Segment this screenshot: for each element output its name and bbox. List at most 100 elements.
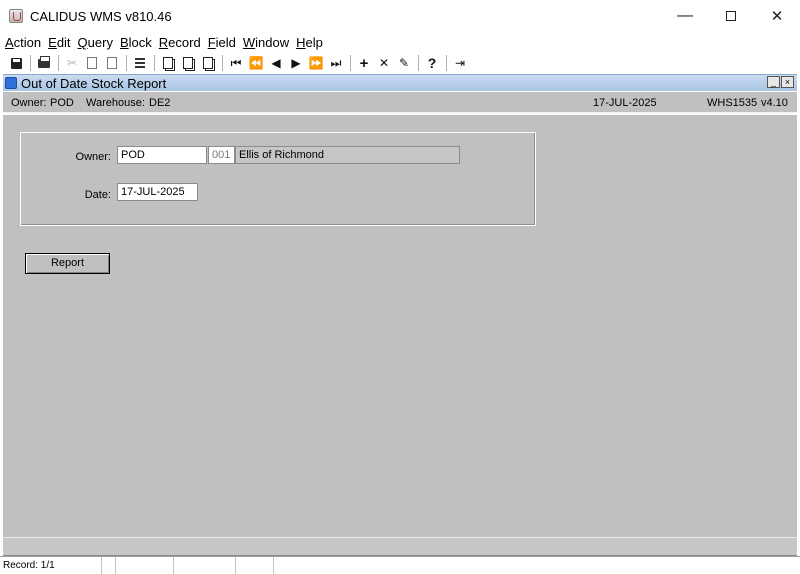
- status-cell-empty: [174, 557, 236, 574]
- window-controls: — ✕: [662, 0, 800, 32]
- list-values-button[interactable]: [131, 54, 149, 72]
- owner-info-value: POD: [50, 97, 74, 109]
- plus-icon: +: [359, 54, 369, 72]
- previous-record-icon: ◀: [271, 56, 281, 70]
- status-cell-empty: [236, 557, 274, 574]
- menu-query[interactable]: Query: [78, 35, 113, 50]
- owner-label: Owner:: [75, 151, 111, 163]
- form-window-icon: [5, 77, 17, 89]
- toolbar-separator: [154, 55, 155, 71]
- minimize-button[interactable]: —: [662, 0, 708, 32]
- execute-query-icon: [183, 57, 193, 69]
- owner-info-label: Owner:: [11, 97, 47, 109]
- help-button[interactable]: ?: [423, 54, 441, 72]
- next-block-button[interactable]: ⏩: [307, 54, 325, 72]
- previous-block-icon: ⏪: [248, 56, 264, 70]
- toolbar-separator: [58, 55, 59, 71]
- edit-icon: ✎: [398, 56, 410, 70]
- toolbar-separator: [350, 55, 351, 71]
- minimize-icon: —: [677, 7, 693, 24]
- next-block-icon: ⏩: [308, 56, 324, 70]
- last-record-button[interactable]: ⏭: [327, 54, 345, 72]
- exit-button[interactable]: ⇥: [451, 54, 469, 72]
- menu-help[interactable]: Help: [296, 35, 323, 50]
- form-close-button[interactable]: ×: [781, 76, 794, 88]
- status-cell-empty: [274, 557, 800, 574]
- parameters-frame: Owner: POD 001 Ellis of Richmond Date: 1…: [20, 132, 536, 226]
- query-icon: [163, 57, 173, 69]
- execute-query-button[interactable]: [179, 54, 197, 72]
- save-button[interactable]: [7, 54, 25, 72]
- window-title: CALIDUS WMS v810.46: [30, 8, 172, 24]
- toolbar-separator: [30, 55, 31, 71]
- form-window-controls: _ ×: [766, 76, 794, 88]
- close-icon: ✕: [770, 8, 784, 25]
- toolbar: ✂ ⏮ ⏪ ◀ ▶ ⏩ ⏭ + ✕ ✎ ? ⇥: [0, 53, 800, 73]
- maximize-button[interactable]: [708, 0, 754, 32]
- menu-record[interactable]: Record: [159, 35, 201, 50]
- previous-record-button[interactable]: ◀: [267, 54, 285, 72]
- maximize-icon: [726, 11, 736, 21]
- cancel-query-icon: [203, 57, 213, 69]
- form-minimize-button[interactable]: _: [767, 76, 780, 88]
- edit-field-button[interactable]: ✎: [395, 54, 413, 72]
- context-info-bar: Owner: POD Warehouse: DE2 17-JUL-2025 WH…: [3, 92, 797, 113]
- copy-icon: [87, 57, 97, 69]
- form-canvas: Owner: POD 001 Ellis of Richmond Date: 1…: [3, 114, 797, 537]
- scissors-icon: ✂: [66, 56, 78, 70]
- status-cell-empty: [102, 557, 116, 574]
- delete-icon: ✕: [378, 56, 390, 70]
- toolbar-separator: [126, 55, 127, 71]
- toolbar-separator: [222, 55, 223, 71]
- report-button[interactable]: Report: [25, 253, 110, 274]
- date-label: Date:: [84, 189, 111, 201]
- delete-record-button[interactable]: ✕: [375, 54, 393, 72]
- status-bar: Record: 1/1: [0, 556, 800, 574]
- paste-button[interactable]: [103, 54, 121, 72]
- list-icon: [135, 58, 145, 68]
- cancel-query-button[interactable]: [199, 54, 217, 72]
- owner-input[interactable]: POD: [117, 146, 207, 164]
- next-record-button[interactable]: ▶: [287, 54, 305, 72]
- menu-block[interactable]: Block: [120, 35, 152, 50]
- menu-field[interactable]: Field: [208, 35, 236, 50]
- message-panel: [3, 537, 797, 556]
- record-status: Record: 1/1: [0, 557, 102, 574]
- last-record-icon: ⏭: [330, 55, 342, 70]
- enter-query-button[interactable]: [159, 54, 177, 72]
- warehouse-info-label: Warehouse:: [86, 97, 145, 109]
- insert-record-button[interactable]: +: [355, 54, 373, 72]
- toolbar-separator: [418, 55, 419, 71]
- date-input[interactable]: 17-JUL-2025: [117, 183, 198, 201]
- cut-button[interactable]: ✂: [63, 54, 81, 72]
- menu-action[interactable]: Action: [5, 35, 41, 50]
- owner-name-field: Ellis of Richmond: [235, 146, 460, 164]
- first-record-button[interactable]: ⏮: [227, 54, 245, 72]
- form-version: v4.10: [761, 97, 788, 109]
- java-app-icon: [9, 9, 23, 23]
- menu-bar: Action Edit Query Block Record Field Win…: [0, 32, 800, 53]
- form-window-titlebar: Out of Date Stock Report _ ×: [3, 74, 797, 91]
- paste-icon: [107, 57, 117, 69]
- form-window-title: Out of Date Stock Report: [21, 75, 167, 91]
- toolbar-separator: [446, 55, 447, 71]
- menu-edit[interactable]: Edit: [48, 35, 70, 50]
- warehouse-info-value: DE2: [149, 97, 171, 109]
- previous-block-button[interactable]: ⏪: [247, 54, 265, 72]
- current-date: 17-JUL-2025: [593, 97, 657, 109]
- next-record-icon: ▶: [291, 56, 301, 70]
- minimize-icon: _: [770, 77, 776, 87]
- exit-icon: ⇥: [454, 56, 466, 70]
- close-button[interactable]: ✕: [754, 0, 800, 32]
- form-code: WHS1535: [707, 97, 758, 109]
- print-button[interactable]: [35, 54, 53, 72]
- window-titlebar: CALIDUS WMS v810.46 — ✕: [0, 0, 800, 32]
- menu-window[interactable]: Window: [243, 35, 289, 50]
- first-record-icon: ⏮: [230, 55, 242, 70]
- owner-code-field: 001: [208, 146, 235, 164]
- copy-button[interactable]: [83, 54, 101, 72]
- close-icon: ×: [784, 77, 791, 87]
- printer-icon: [38, 55, 50, 68]
- save-icon: [10, 57, 22, 69]
- help-icon: ?: [427, 55, 437, 71]
